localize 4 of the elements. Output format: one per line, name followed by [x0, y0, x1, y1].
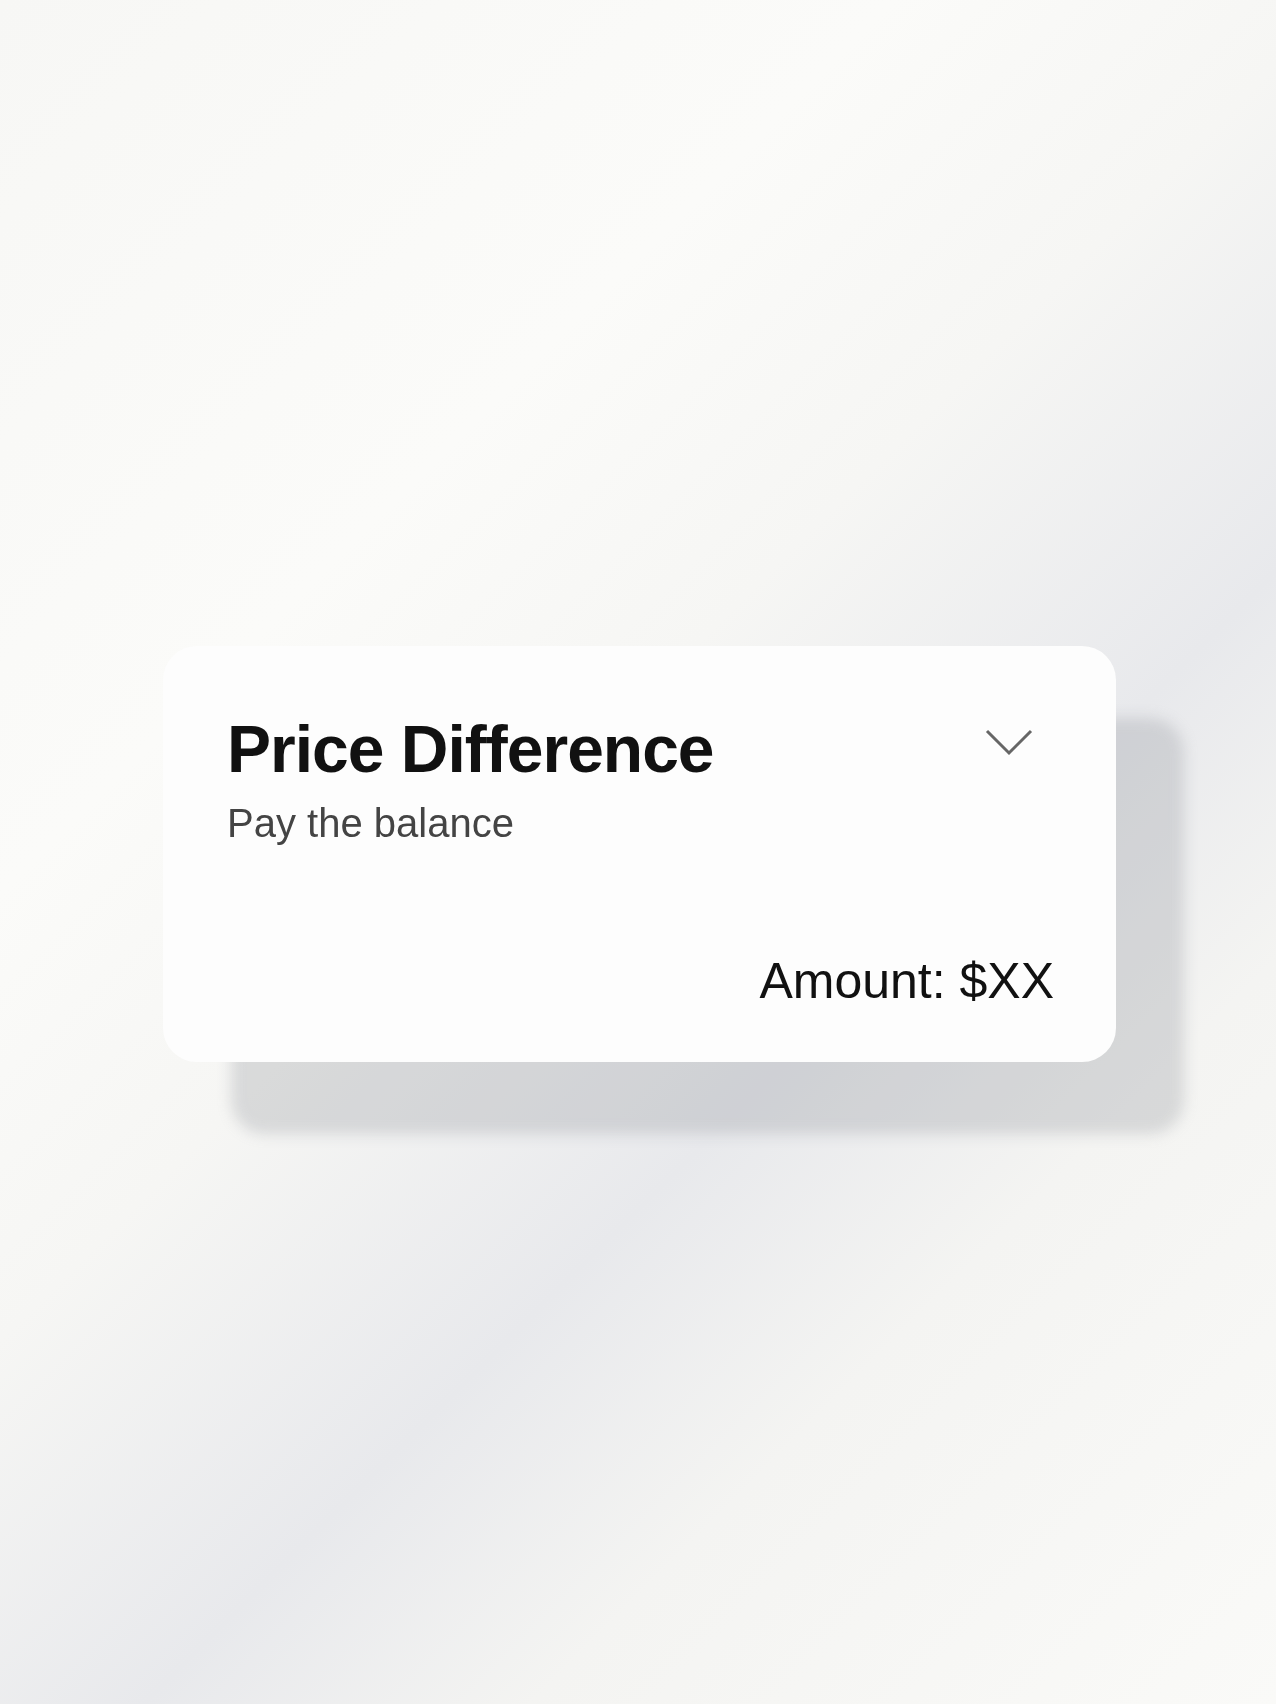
chevron-down-icon[interactable] [984, 728, 1034, 756]
card-subtitle: Pay the balance [227, 801, 515, 847]
amount-text: Amount: $XX [759, 952, 1054, 1010]
card-title: Price Difference [227, 711, 714, 788]
